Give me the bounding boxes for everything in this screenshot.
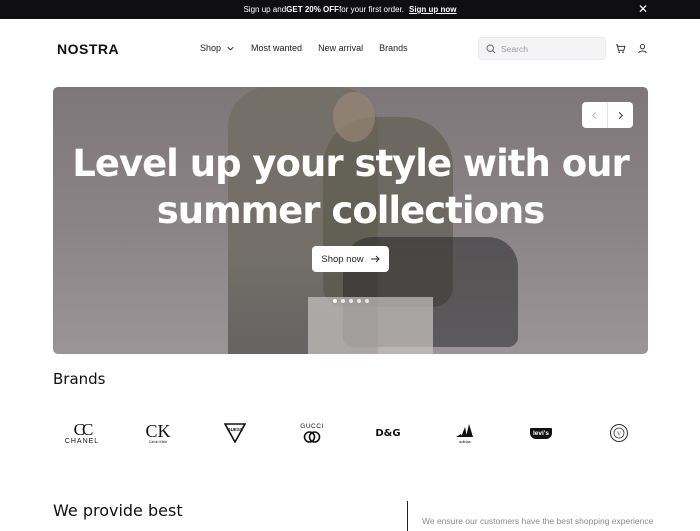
hero-title: Level up your style with our summer coll… [53, 140, 648, 234]
dg-logo: D&G [375, 427, 401, 439]
promo-text-prefix: Sign up and [243, 5, 287, 14]
brand-calvin-klein[interactable]: CK Calvin Klein [142, 418, 174, 448]
guess-logo: GUESS [224, 423, 246, 443]
calvin-klein-logo: CK [145, 421, 171, 441]
hero-title-line-2: summer collections [156, 189, 546, 232]
next-slide-button[interactable] [607, 102, 632, 128]
brand-dolce-gabbana[interactable]: D&G [372, 418, 404, 448]
chevron-down-icon [227, 46, 234, 50]
logo[interactable]: NOSTRA [57, 41, 119, 57]
slide-dot-1[interactable] [333, 299, 337, 303]
hero-image-head [333, 92, 375, 142]
slide-indicators [333, 299, 373, 303]
nav-item-most-wanted[interactable]: Most wanted [251, 43, 302, 53]
slide-dot-3[interactable] [349, 299, 353, 303]
cart-icon[interactable] [615, 43, 626, 54]
main-nav: Shop Most wanted New arrival Brands [200, 43, 424, 53]
chevron-left-icon [592, 111, 597, 119]
promo-text-bold: GET 20% OFF [286, 5, 340, 14]
brand-adidas[interactable]: adidas [450, 418, 480, 448]
versace-monogram: V [617, 432, 622, 438]
shop-now-label: Shop now [321, 253, 364, 265]
slider-controls [582, 102, 633, 128]
nav-item-shop[interactable]: Shop [200, 43, 235, 53]
chevron-right-icon [618, 111, 623, 119]
search-input[interactable] [501, 43, 601, 54]
slide-dot-5[interactable] [365, 299, 369, 303]
signup-link[interactable]: Sign up now [409, 5, 457, 14]
brands-heading: Brands [53, 370, 106, 388]
adidas-logo [456, 423, 473, 437]
nav-item-label: Shop [200, 43, 222, 53]
arrow-right-icon [370, 255, 380, 263]
chanel-logo: CC [73, 420, 94, 439]
prev-slide-button[interactable] [582, 102, 607, 128]
brand-label: adidas [459, 438, 471, 444]
brand-label: CHANEL [64, 438, 100, 445]
promo-text-suffix: for your first order. [339, 5, 404, 14]
brand-versace[interactable]: V [606, 418, 632, 448]
slide-dot-2[interactable] [341, 299, 345, 303]
brand-guess[interactable]: GUESS [222, 418, 248, 448]
brand-levis[interactable]: levi's [527, 418, 555, 448]
close-icon[interactable]: ✕ [638, 3, 648, 15]
shop-now-button[interactable]: Shop now [312, 246, 389, 272]
brand-label: Calvin Klein [148, 440, 168, 444]
gucci-logo [303, 430, 321, 443]
search-box[interactable] [478, 37, 606, 60]
navbar: NOSTRA Shop Most wanted New arrival Bran… [0, 19, 700, 79]
levis-logo: levi's [529, 427, 552, 439]
slide-dot-4[interactable] [357, 299, 361, 303]
section-divider [407, 501, 408, 531]
versace-medusa-logo: V [610, 424, 628, 442]
brand-chanel[interactable]: CC CHANEL [60, 418, 104, 448]
hero-title-line-1: Level up your style with our [72, 142, 629, 185]
hero-image-box [308, 297, 433, 354]
hero-banner: Level up your style with our summer coll… [53, 87, 648, 354]
user-icon[interactable] [637, 43, 648, 54]
promo-bar: Sign up and GET 20% OFF for your first o… [0, 0, 700, 19]
brand-label: GUCCI [300, 422, 324, 430]
brand-gucci[interactable]: GUCCI [296, 418, 328, 448]
nav-item-brands[interactable]: Brands [379, 43, 408, 53]
provide-heading: We provide best [53, 501, 183, 520]
search-icon [486, 43, 496, 53]
nav-item-new-arrival[interactable]: New arrival [318, 43, 363, 53]
guess-wordmark: GUESS [227, 427, 243, 432]
